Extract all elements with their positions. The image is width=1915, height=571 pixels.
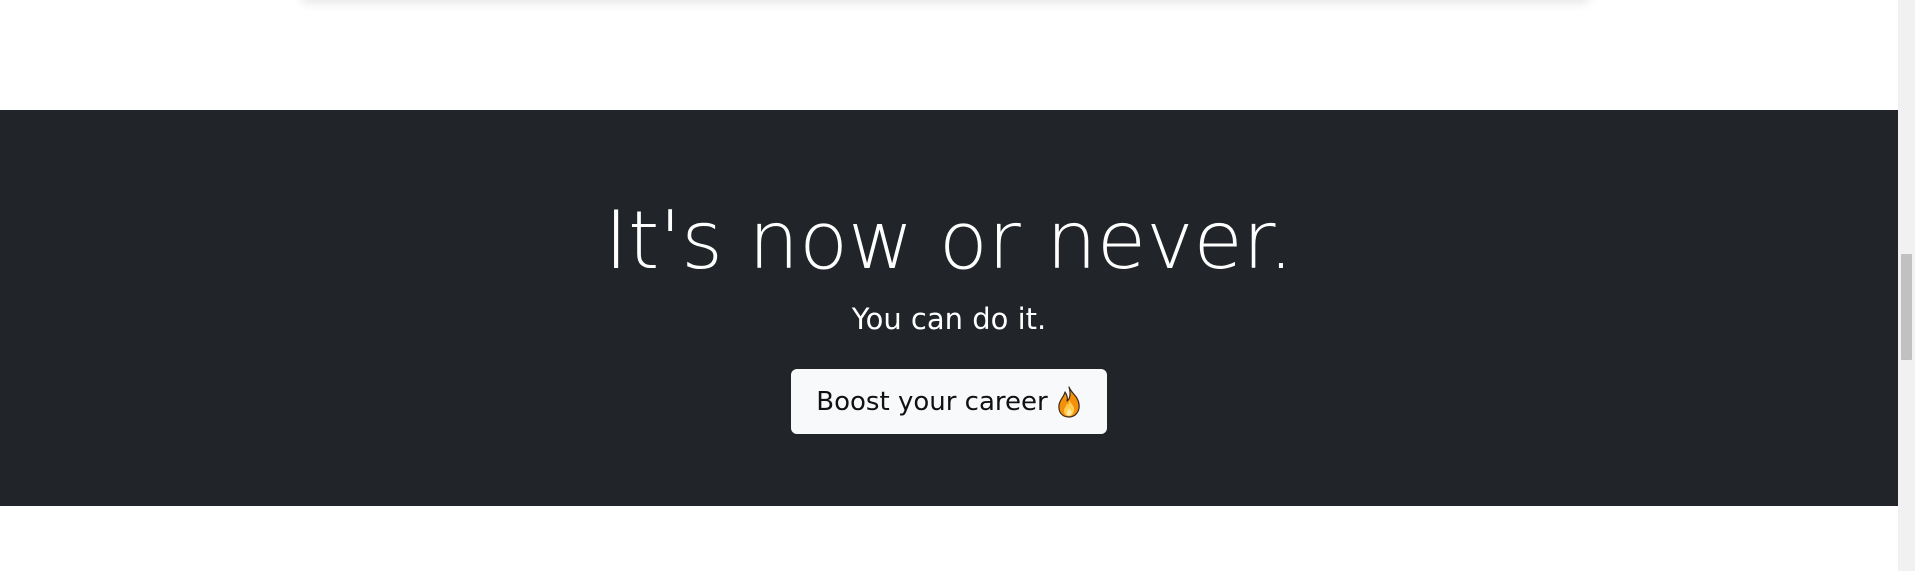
cta-title: It's now or never. [604,194,1294,287]
fire-icon [1056,385,1082,418]
page: It's now or never. You can do it. Boost … [0,0,1915,571]
boost-career-button-label: Boost your career [816,386,1048,417]
cta-banner: It's now or never. You can do it. Boost … [0,110,1898,506]
scrollbar-thumb[interactable] [1901,254,1912,360]
page-scrollbar[interactable] [1898,0,1915,571]
cta-subtitle: You can do it. [851,302,1047,336]
boost-career-button[interactable]: Boost your career [791,369,1107,434]
